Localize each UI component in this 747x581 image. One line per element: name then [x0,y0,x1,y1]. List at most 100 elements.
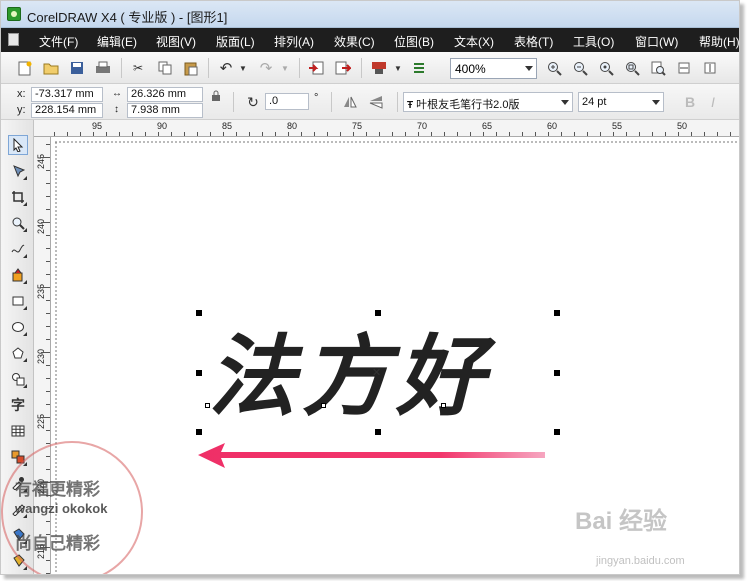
ruler-label: 50 [677,121,688,131]
ruler-tick [613,132,614,136]
selection-handle-bottom-left[interactable] [196,429,202,435]
launcher-dropdown-icon[interactable]: ▼ [390,60,406,76]
y-position-field[interactable]: 228.154 mm [31,103,103,118]
paste-icon[interactable] [183,60,199,76]
menu-text[interactable]: 文本(X) [454,33,494,50]
zoom-level-select[interactable]: 400% [450,58,537,79]
font-family-value: 叶根友毛笔行书2.0版 [416,99,520,111]
menu-window[interactable]: 窗口(W) [635,33,678,50]
italic-button[interactable]: I [711,94,715,110]
character-node[interactable] [441,403,446,408]
zoom-out-icon[interactable] [572,60,588,76]
menu-bitmaps[interactable]: 位图(B) [394,33,434,50]
ruler-tick [275,132,276,136]
ruler-tick [574,132,575,136]
character-node[interactable] [321,403,326,408]
ruler-tick [46,261,50,262]
export-icon[interactable] [335,60,351,76]
selected-artistic-text[interactable]: 法方好 [208,306,490,433]
cut-icon[interactable]: ✂ [130,60,146,76]
smart-fill-tool-icon[interactable] [8,265,28,285]
print-icon[interactable] [95,60,111,76]
undo-icon[interactable]: ↶ [218,60,234,77]
baidu-jingyan-url: jingyan.baidu.com [596,555,685,567]
zoom-all-icon[interactable] [624,60,640,76]
selection-handle-middle-left[interactable] [196,370,202,376]
menu-effects[interactable]: 效果(C) [334,33,375,50]
ruler-tick [41,287,50,288]
zoom-in-icon[interactable] [546,60,562,76]
menu-view[interactable]: 视图(V) [156,33,196,50]
horizontal-ruler[interactable]: 95 90 85 80 75 70 65 60 55 50 [34,120,739,137]
redo-dropdown-icon[interactable]: ▼ [277,60,293,76]
zoom-height-icon[interactable] [702,60,718,76]
rectangle-tool-icon[interactable] [8,291,28,311]
bold-button[interactable]: B [685,94,695,110]
menu-file[interactable]: 文件(F) [39,33,78,50]
width-arrows-icon: ↔ [112,88,122,99]
shape-tool-icon[interactable] [8,161,28,181]
selection-handle-top-right[interactable] [554,310,560,316]
mirror-vertical-icon[interactable] [368,94,384,110]
ruler-label: 55 [612,121,623,131]
menu-arrange[interactable]: 排列(A) [274,33,314,50]
menu-edit[interactable]: 编辑(E) [97,33,137,50]
undo-dropdown-icon[interactable]: ▼ [235,60,251,76]
table-tool-icon[interactable] [8,421,28,441]
menu-layout[interactable]: 版面(L) [216,33,255,50]
document-icon[interactable] [8,33,19,46]
zoom-page-icon[interactable] [650,60,666,76]
polygon-tool-icon[interactable] [8,343,28,363]
ruler-tick [366,132,367,136]
redo-icon[interactable]: ↷ [258,60,274,77]
zoom-selected-icon[interactable] [598,60,614,76]
selection-handle-bottom-middle[interactable] [375,429,381,435]
new-icon[interactable] [17,60,33,76]
x-position-field[interactable]: -73.317 mm [31,87,103,102]
menu-table[interactable]: 表格(T) [514,33,553,50]
ruler-tick [418,132,419,136]
selection-handle-top-left[interactable] [196,310,202,316]
zoom-tool-icon[interactable] [8,213,28,233]
ruler-tick [46,183,50,184]
selection-handle-top-middle[interactable] [375,310,381,316]
lock-ratio-icon[interactable] [208,88,224,104]
mirror-horizontal-icon[interactable] [342,94,358,110]
object-width-field[interactable]: 26.326 mm [127,87,203,102]
ruler-tick [67,132,68,136]
font-size-select[interactable]: 24 pt [578,92,664,112]
freehand-tool-icon[interactable] [8,239,28,259]
copy-icon[interactable] [157,60,173,76]
menu-tools[interactable]: 工具(O) [573,33,614,50]
rotate-icon: ↻ [247,93,259,110]
welcome-screen-icon[interactable] [411,60,427,76]
rotation-center-icon[interactable]: ✕ [372,366,381,379]
crop-tool-icon[interactable] [8,187,28,207]
rotation-angle-field[interactable]: .0 [265,93,309,110]
ruler-tick [46,144,50,145]
zoom-width-icon[interactable] [676,60,692,76]
truetype-icon: Ŧ [407,100,414,111]
stamp-line-3: 尚自己精彩 [15,534,100,553]
font-family-select[interactable]: Ŧ 叶根友毛笔行书2.0版 [403,92,573,112]
selection-handle-middle-right[interactable] [554,370,560,376]
object-height-field[interactable]: 7.938 mm [127,103,203,118]
ruler-tick [314,132,315,136]
open-icon[interactable] [43,60,59,76]
chevron-down-icon [525,66,533,71]
ruler-tick [223,132,224,136]
basic-shapes-tool-icon[interactable] [8,369,28,389]
pick-tool-icon[interactable] [8,135,28,155]
import-icon[interactable] [308,60,324,76]
ruler-tick [41,352,50,353]
ellipse-tool-icon[interactable] [8,317,28,337]
character-node[interactable] [205,403,210,408]
text-tool-icon[interactable]: 字 [8,395,28,415]
application-launcher-icon[interactable] [371,60,387,76]
selection-handle-bottom-right[interactable] [554,429,560,435]
ruler-tick [327,132,328,136]
x-label: x: [17,88,26,100]
menu-help[interactable]: 帮助(H) [699,33,739,50]
annotation-arrow [198,443,545,468]
save-icon[interactable] [69,60,85,76]
